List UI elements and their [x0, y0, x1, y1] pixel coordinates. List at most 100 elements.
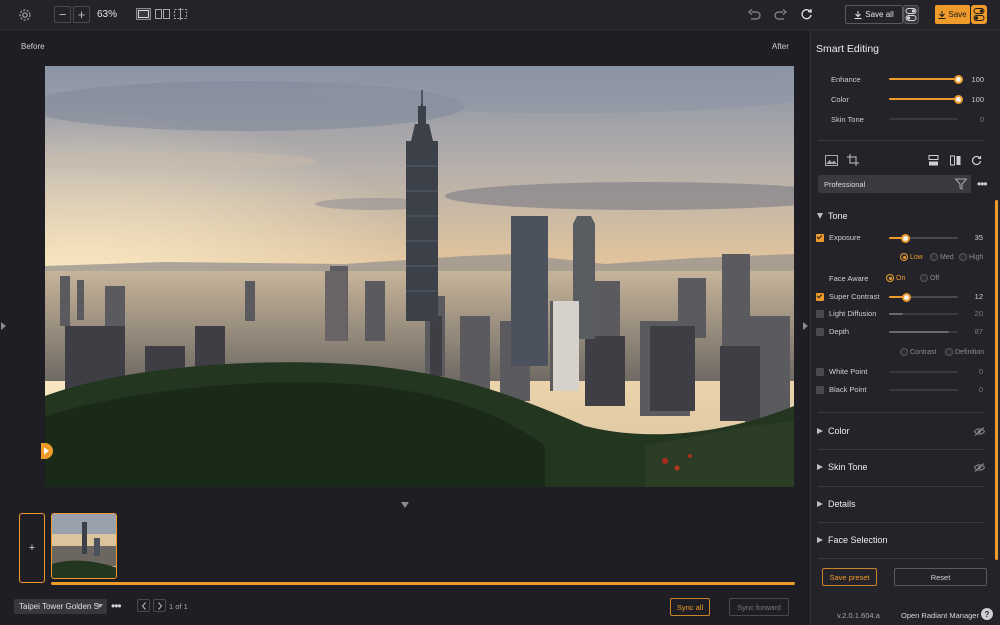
collapse-filmstrip-arrow-icon[interactable]: [401, 502, 409, 508]
black-point-slider[interactable]: [889, 389, 958, 391]
face-aware-off[interactable]: Off: [920, 274, 939, 282]
help-icon[interactable]: ?: [981, 608, 993, 620]
skin-tone-section-header[interactable]: Skin Tone: [817, 462, 867, 472]
save-label: Save: [948, 10, 967, 19]
save-all-options-toggle[interactable]: [903, 5, 919, 24]
zoom-out-button[interactable]: −: [54, 6, 71, 23]
add-image-button[interactable]: +: [19, 513, 45, 583]
details-section-header[interactable]: Details: [817, 499, 856, 509]
filmstrip-scrollbar[interactable]: [51, 582, 795, 585]
divider: [818, 522, 984, 523]
flip-horizontal-icon[interactable]: [950, 155, 961, 166]
collapse-panel-arrow-icon[interactable]: [803, 322, 808, 330]
tone-section-header[interactable]: Tone: [817, 211, 848, 221]
depth-mode-definition[interactable]: Definition: [945, 348, 984, 356]
collapse-arrow-icon: [817, 464, 823, 470]
color-value: 100: [971, 95, 984, 104]
face-selection-section-title: Face Selection: [828, 535, 888, 545]
color-section-header[interactable]: Color: [817, 426, 850, 436]
exposure-level-high[interactable]: High: [959, 253, 983, 261]
open-radiant-manager-link[interactable]: Open Radiant Manager: [901, 611, 979, 620]
gear-icon[interactable]: [17, 7, 32, 22]
light-diffusion-slider-fill: [889, 313, 903, 315]
skin-tone-section-title: Skin Tone: [828, 462, 868, 472]
redo-icon[interactable]: [773, 8, 787, 22]
face-selection-section-header[interactable]: Face Selection: [817, 535, 888, 545]
enhance-slider-knob[interactable]: [954, 75, 963, 84]
download-icon: [854, 10, 862, 19]
sync-all-button[interactable]: Sync all: [670, 598, 710, 616]
light-diffusion-slider[interactable]: [889, 313, 958, 315]
eye-hidden-icon[interactable]: [973, 427, 986, 436]
depth-slider[interactable]: [889, 331, 958, 333]
eye-hidden-icon[interactable]: [973, 463, 986, 472]
save-button[interactable]: Save: [935, 5, 970, 24]
download-icon: [938, 10, 946, 19]
light-diffusion-label: Light Diffusion: [829, 309, 877, 318]
details-section-title: Details: [828, 499, 856, 509]
before-after-split-handle[interactable]: [41, 443, 53, 459]
main-photo[interactable]: [45, 66, 794, 487]
refresh-icon[interactable]: [799, 7, 813, 21]
image-more-button[interactable]: •••: [111, 599, 122, 613]
sync-forward-button[interactable]: Sync forward: [729, 598, 789, 616]
super-contrast-checkbox[interactable]: [816, 293, 824, 301]
face-aware-label: Face Aware: [829, 274, 869, 283]
preset-more-button[interactable]: •••: [977, 177, 988, 191]
white-point-slider[interactable]: [889, 371, 958, 373]
super-contrast-label: Super Contrast: [829, 292, 880, 301]
color-slider[interactable]: [889, 95, 963, 104]
divider: [818, 412, 984, 413]
before-after-view-icon[interactable]: [173, 8, 188, 20]
panel-scrollbar[interactable]: [995, 200, 998, 560]
collapse-left-arrow-icon[interactable]: [1, 322, 6, 330]
expand-arrow-icon: [817, 213, 823, 219]
save-all-button[interactable]: Save all: [845, 5, 903, 24]
collapse-arrow-icon: [817, 501, 823, 507]
exposure-checkbox[interactable]: [816, 234, 824, 242]
flip-vertical-icon[interactable]: [928, 155, 939, 166]
single-view-icon[interactable]: [136, 8, 151, 20]
save-preset-button[interactable]: Save preset: [822, 568, 877, 586]
depth-checkbox[interactable]: [816, 328, 824, 336]
exposure-level-med[interactable]: Med: [930, 253, 954, 261]
super-contrast-slider[interactable]: [889, 293, 958, 302]
undo-icon[interactable]: [747, 8, 761, 22]
radio-dot: [959, 253, 967, 261]
skin-tone-label: Skin Tone: [831, 115, 864, 124]
skin-tone-slider[interactable]: [889, 118, 958, 120]
panel-title: Smart Editing: [816, 43, 880, 55]
previous-image-button[interactable]: [137, 599, 150, 612]
enhance-value: 100: [971, 75, 984, 84]
exposure-slider[interactable]: [889, 234, 958, 243]
light-diffusion-checkbox[interactable]: [816, 310, 824, 318]
black-point-checkbox[interactable]: [816, 386, 824, 394]
depth-value: 87: [974, 327, 983, 336]
image-thumbnail[interactable]: [51, 513, 117, 579]
image-name-label: Taipei Tower Golden S: [19, 602, 99, 611]
filter-icon: [955, 178, 967, 190]
rotate-icon[interactable]: [971, 155, 982, 166]
image-name-select[interactable]: Taipei Tower Golden S: [14, 599, 107, 614]
depth-mode-contrast[interactable]: Contrast: [900, 348, 936, 356]
exposure-level-low[interactable]: Low: [900, 253, 923, 261]
reset-button[interactable]: Reset: [894, 568, 987, 586]
color-slider-knob[interactable]: [954, 95, 963, 104]
skin-tone-value: 0: [979, 115, 984, 124]
image-icon[interactable]: [825, 155, 838, 166]
super-contrast-slider-knob[interactable]: [901, 293, 911, 302]
preset-dropdown[interactable]: Professional: [818, 175, 971, 193]
super-contrast-value: 12: [974, 292, 983, 301]
split-view-icon[interactable]: [155, 8, 170, 20]
face-aware-on[interactable]: On: [886, 274, 905, 282]
next-image-button[interactable]: [153, 599, 166, 612]
enhance-slider[interactable]: [889, 75, 963, 84]
crop-icon[interactable]: [847, 154, 859, 166]
exposure-slider-knob[interactable]: [900, 234, 910, 243]
zoom-level: 63%: [97, 9, 118, 20]
divider: [818, 558, 984, 559]
save-options-toggle[interactable]: [971, 5, 987, 24]
zoom-in-button[interactable]: +: [73, 6, 90, 23]
white-point-checkbox[interactable]: [816, 368, 824, 376]
radio-dot: [920, 274, 928, 282]
